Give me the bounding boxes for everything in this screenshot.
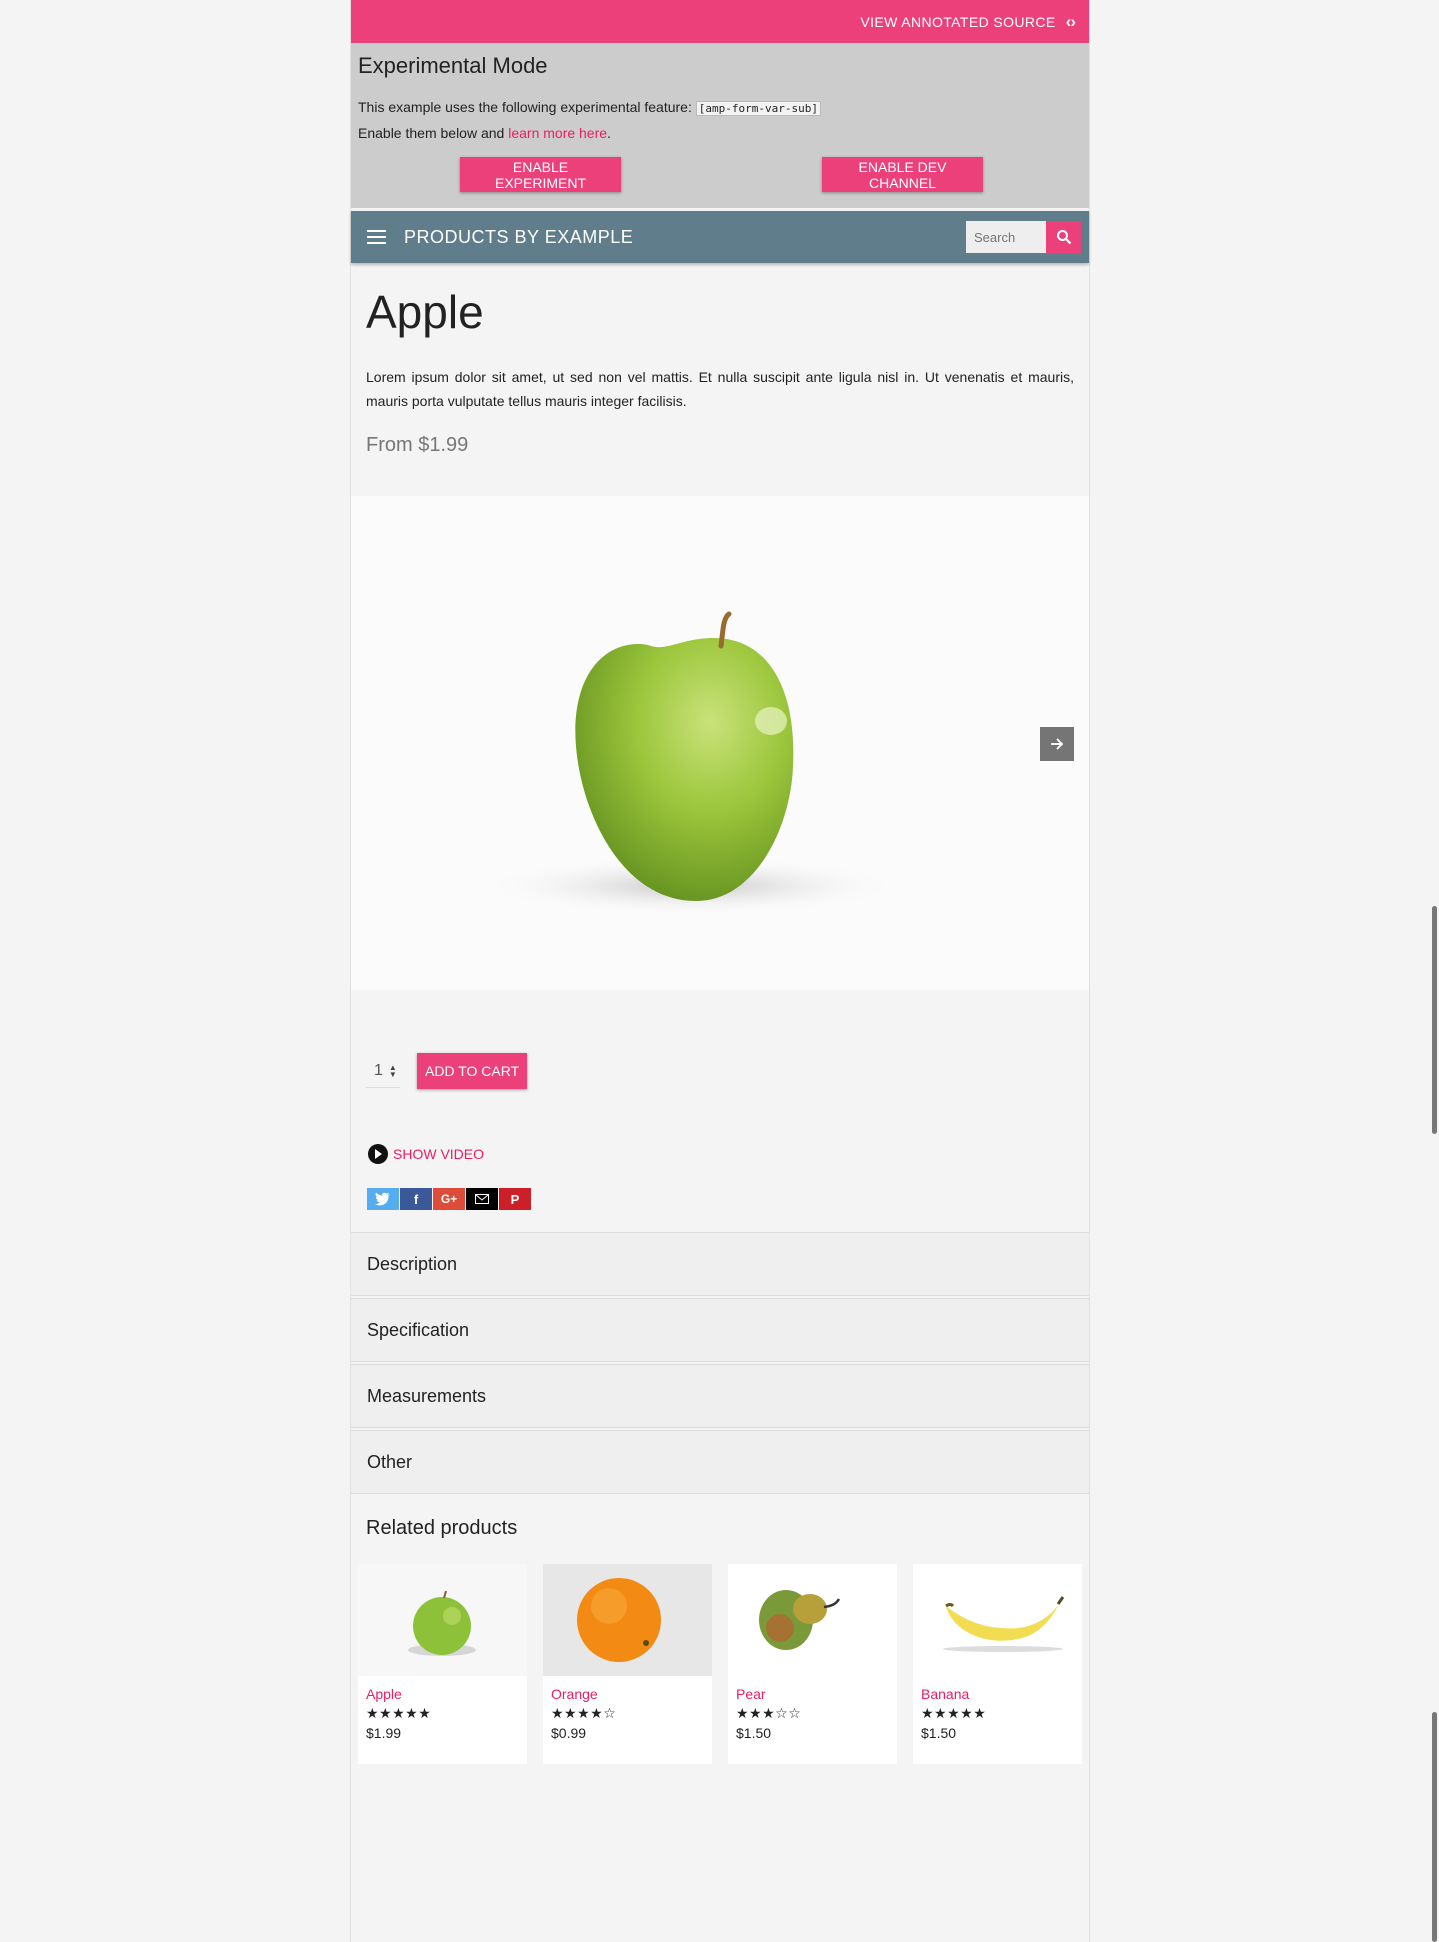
app-header: PRODUCTS BY EXAMPLE bbox=[351, 211, 1089, 263]
show-video-label: SHOW VIDEO bbox=[393, 1146, 485, 1162]
rating-stars: ★★★★☆ bbox=[551, 1705, 617, 1721]
twitter-icon[interactable] bbox=[367, 1188, 399, 1210]
period: . bbox=[607, 125, 611, 141]
play-icon bbox=[368, 1144, 388, 1164]
related-product-price: $1.50 bbox=[736, 1725, 772, 1741]
related-product-card[interactable]: Orange ★★★★☆ $0.99 bbox=[543, 1564, 712, 1764]
related-product-name[interactable]: Orange bbox=[551, 1686, 712, 1702]
pinterest-icon[interactable]: P bbox=[499, 1188, 531, 1210]
learn-more-link[interactable]: learn more here bbox=[508, 125, 607, 141]
experimental-text-2: Enable them below and bbox=[358, 125, 505, 141]
site-title[interactable]: PRODUCTS BY EXAMPLE bbox=[404, 227, 633, 248]
accordion-description[interactable]: Description bbox=[351, 1232, 1089, 1296]
carousel-next-button[interactable] bbox=[1040, 727, 1074, 761]
related-product-name[interactable]: Banana bbox=[921, 1686, 1082, 1702]
pear-thumbnail[interactable] bbox=[728, 1564, 897, 1676]
quantity-value: 1 bbox=[374, 1061, 383, 1079]
apple-image bbox=[351, 496, 1089, 990]
enable-experiment-button[interactable]: ENABLE EXPERIMENT bbox=[460, 157, 621, 192]
product-details-accordion: Description Specification Measurements O… bbox=[351, 1232, 1089, 1496]
show-video-button[interactable]: SHOW VIDEO bbox=[368, 1144, 484, 1164]
related-product-price: $1.50 bbox=[921, 1725, 957, 1741]
social-share-bar: f G+ P bbox=[367, 1188, 531, 1210]
apple-thumbnail[interactable] bbox=[358, 1564, 527, 1676]
accordion-specification[interactable]: Specification bbox=[351, 1298, 1089, 1362]
search-icon bbox=[1056, 230, 1071, 245]
product-summary: Apple Lorem ipsum dolor sit amet, ut sed… bbox=[351, 285, 1089, 457]
rating-stars: ★★★★★ bbox=[366, 1705, 432, 1721]
related-product-card[interactable]: Banana ★★★★★ $1.50 bbox=[913, 1564, 1082, 1764]
search-input[interactable] bbox=[966, 221, 1046, 253]
experimental-line2: Enable them below and learn more here. bbox=[358, 121, 1082, 146]
orange-thumbnail[interactable] bbox=[543, 1564, 712, 1676]
product-title: Apple bbox=[366, 286, 484, 338]
annotated-source-bar[interactable]: VIEW ANNOTATED SOURCE ‹› bbox=[351, 0, 1089, 43]
accordion-measurements[interactable]: Measurements bbox=[351, 1364, 1089, 1428]
related-product-name[interactable]: Pear bbox=[736, 1686, 897, 1702]
related-product-name[interactable]: Apple bbox=[366, 1686, 527, 1702]
related-products-list: Apple ★★★★★ $1.99 Orange ★★★★☆ $0.99 Pea… bbox=[358, 1564, 1082, 1764]
menu-icon[interactable] bbox=[367, 230, 386, 244]
related-product-card[interactable]: Apple ★★★★★ $1.99 bbox=[358, 1564, 527, 1764]
product-carousel[interactable] bbox=[351, 496, 1089, 990]
experimental-line1: This example uses the following experime… bbox=[358, 95, 1082, 121]
email-icon[interactable] bbox=[466, 1188, 498, 1210]
view-source-link[interactable]: VIEW ANNOTATED SOURCE bbox=[860, 14, 1055, 30]
code-icon[interactable]: ‹› bbox=[1066, 12, 1076, 32]
related-product-price: $0.99 bbox=[551, 1725, 587, 1741]
product-description: Lorem ipsum dolor sit amet, ut sed non v… bbox=[366, 369, 1074, 409]
add-to-cart-button[interactable]: ADD TO CART bbox=[417, 1053, 528, 1089]
rating-stars: ★★★☆☆ bbox=[736, 1705, 802, 1721]
enable-dev-channel-button[interactable]: ENABLE DEV CHANNEL bbox=[822, 157, 983, 192]
stepper-arrows-icon[interactable]: ▲ ▼ bbox=[389, 1063, 397, 1078]
experimental-text: This example uses the following experime… bbox=[358, 99, 692, 115]
banana-thumbnail[interactable] bbox=[913, 1564, 1082, 1676]
feature-code: [amp-form-var-sub] bbox=[695, 101, 821, 116]
product-price: From $1.99 bbox=[366, 434, 469, 456]
page-scrollbar[interactable] bbox=[1429, 0, 1439, 1942]
experimental-heading: Experimental Mode bbox=[358, 53, 548, 78]
search-button[interactable] bbox=[1046, 221, 1081, 253]
scrollbar-thumb-secondary[interactable] bbox=[1432, 1712, 1437, 1942]
related-product-card[interactable]: Pear ★★★☆☆ $1.50 bbox=[728, 1564, 897, 1764]
quantity-stepper[interactable]: 1 ▲ ▼ bbox=[366, 1054, 400, 1088]
arrow-right-icon bbox=[1051, 738, 1064, 750]
page-container: VIEW ANNOTATED SOURCE ‹› Experimental Mo… bbox=[350, 0, 1090, 1942]
rating-stars: ★★★★★ bbox=[921, 1705, 987, 1721]
scrollbar-thumb[interactable] bbox=[1432, 906, 1437, 1134]
google-plus-icon[interactable]: G+ bbox=[433, 1188, 465, 1210]
search-form bbox=[966, 221, 1081, 253]
facebook-icon[interactable]: f bbox=[400, 1188, 432, 1210]
related-products-heading: Related products bbox=[366, 1517, 518, 1539]
related-product-price: $1.99 bbox=[366, 1725, 402, 1741]
accordion-other[interactable]: Other bbox=[351, 1430, 1089, 1494]
